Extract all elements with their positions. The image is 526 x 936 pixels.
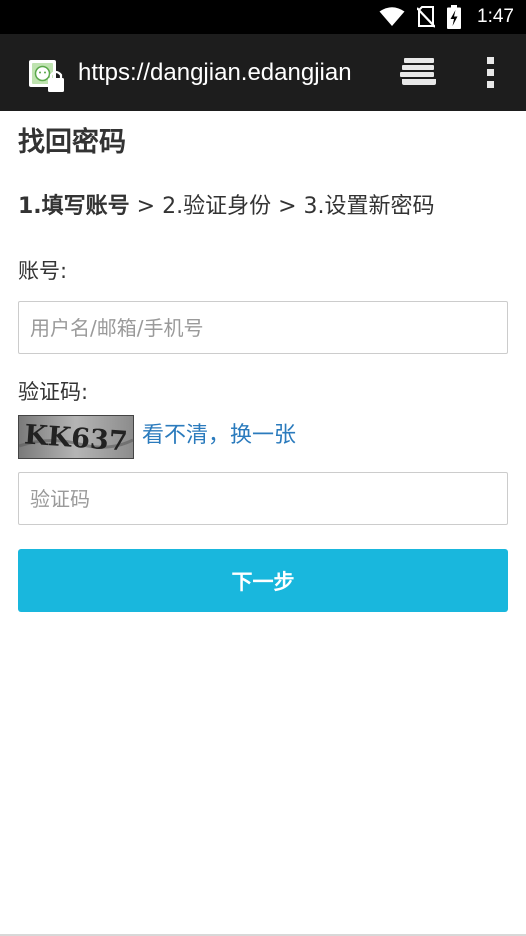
step-separator: > [271,194,304,219]
page-content: 找回密码 1.填写账号 > 2.验证身份 > 3.设置新密码 账号: 验证码: … [0,111,526,936]
captcha-input[interactable] [18,472,508,525]
step-indicator: 1.填写账号 > 2.验证身份 > 3.设置新密码 [18,190,435,224]
account-label: 账号: [18,259,68,283]
status-time: 1:47 [477,6,514,27]
step-1-active: 1.填写账号 [18,194,130,219]
captcha-label: 验证码: [18,380,89,404]
captcha-image[interactable]: KK637 [18,415,134,459]
status-icons: 1:47 [379,0,514,34]
url-bar[interactable]: https://dangjian.edangjian [78,56,372,90]
battery-charging-icon [447,5,462,29]
wifi-icon [379,7,405,26]
tabs-icon[interactable] [400,56,440,90]
page-title: 找回密码 [18,127,126,158]
browser-toolbar: https://dangjian.edangjian [0,34,526,111]
status-bar: 1:47 [0,0,526,34]
site-lock-icon[interactable] [28,59,66,95]
refresh-captcha-link[interactable]: 看不清，换一张 [142,419,296,453]
step-2: 2.验证身份 [162,194,272,219]
step-3: 3.设置新密码 [303,194,435,219]
step-separator: > [129,194,163,219]
next-step-button[interactable]: 下一步 [18,549,508,612]
overflow-menu-icon[interactable] [480,54,502,92]
no-sim-icon [417,6,436,28]
account-input[interactable] [18,301,508,354]
